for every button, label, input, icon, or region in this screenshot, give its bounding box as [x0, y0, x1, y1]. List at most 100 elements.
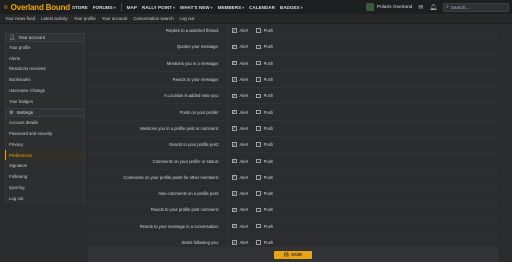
subnav-link[interactable]: Your account [102, 16, 127, 21]
site-logo[interactable]: Overland Bound [4, 3, 70, 12]
sidebar-item-preferences[interactable]: Preferences [5, 149, 85, 161]
checkbox-box[interactable] [256, 223, 261, 229]
checkmark-icon[interactable]: ✓ [232, 94, 237, 99]
alert-checkbox[interactable]: ✓ Alert [232, 191, 248, 196]
sidebar-item-account-details[interactable]: Account details [5, 117, 85, 129]
sidebar-item-your-badges[interactable]: Your badges [5, 95, 85, 107]
push-checkbox[interactable]: Push [256, 110, 273, 115]
checkmark-icon[interactable]: ✓ [232, 110, 237, 115]
sidebar-item-your-profile[interactable]: Your profile [5, 42, 85, 53]
bell-icon[interactable]: 🔔︎ [429, 4, 437, 11]
push-checkbox[interactable]: Push [256, 61, 273, 66]
alert-checkbox[interactable]: ✓ Alert [232, 159, 248, 164]
subnav-link[interactable]: Latest activity [41, 16, 68, 21]
chevron-down-icon[interactable]: ▾ [242, 5, 244, 10]
checkbox-box[interactable] [256, 93, 261, 99]
checkbox-box[interactable] [256, 77, 261, 82]
push-checkbox[interactable]: Push [256, 191, 273, 196]
sidebar-item-following[interactable]: Following [5, 171, 85, 183]
nav-item-map[interactable]: MAP [127, 5, 137, 10]
push-checkbox[interactable]: Push [256, 77, 273, 82]
sidebar-item-alerts[interactable]: Alerts [5, 52, 85, 64]
checkbox-box[interactable] [256, 44, 261, 50]
push-checkbox[interactable]: Push [256, 207, 273, 212]
checkbox-box[interactable] [256, 191, 261, 196]
sidebar-item-reactions-received[interactable]: Reactions received [5, 63, 85, 75]
nav-item-members[interactable]: MEMBERS▾ [218, 5, 245, 10]
checkbox-box[interactable] [256, 240, 261, 245]
nav-item-forums[interactable]: FORUMS▾ [93, 5, 116, 10]
search-input[interactable]: ⌕ Search... [443, 2, 509, 12]
push-checkbox[interactable]: Push [256, 93, 273, 98]
push-checkbox[interactable]: Push [256, 159, 273, 164]
checkmark-icon[interactable]: ✓ [232, 240, 237, 245]
chevron-down-icon[interactable]: ▾ [211, 5, 213, 10]
sidebar-item-label: Privacy [9, 141, 24, 147]
checkmark-icon[interactable]: ✓ [232, 208, 237, 213]
checkmark-icon[interactable]: ✓ [232, 159, 237, 164]
nav-item-store[interactable]: STORE [72, 5, 88, 10]
preference-label: Reacts to your message in a conversation… [139, 223, 219, 229]
alert-checkbox[interactable]: ✓ Alert [232, 93, 248, 98]
alert-checkbox[interactable]: ✓ Alert [232, 175, 248, 180]
subnav-link[interactable]: Conversation search [133, 16, 173, 21]
nav-item-rally-point[interactable]: RALLY POINT▾ [142, 5, 175, 10]
alert-checkbox[interactable]: ✓ Alert [232, 28, 248, 33]
subnav-link[interactable]: Your profile [74, 16, 96, 21]
alert-checkbox[interactable]: ✓ Alert [232, 224, 248, 229]
checkmark-icon[interactable]: ✓ [232, 77, 237, 82]
checkbox-box[interactable] [256, 109, 261, 115]
checkmark-icon[interactable]: ✓ [232, 191, 237, 196]
checkmark-icon[interactable]: ✓ [232, 28, 237, 33]
alert-checkbox[interactable]: ✓ Alert [232, 126, 248, 131]
checkbox-box[interactable] [256, 126, 261, 131]
push-checkbox[interactable]: Push [256, 240, 273, 245]
sidebar-item-signature[interactable]: Signature [5, 160, 85, 172]
checkbox-box[interactable] [256, 28, 261, 33]
scrollbar[interactable] [502, 24, 512, 262]
sidebar-item-password-and-security[interactable]: Password and security [5, 128, 85, 139]
subnav-link[interactable]: Log out [180, 16, 195, 21]
checkmark-icon[interactable]: ✓ [232, 45, 237, 50]
sidebar-item-privacy[interactable]: Privacy [5, 138, 85, 150]
sidebar-item-log-out[interactable]: Log out [5, 192, 85, 204]
checkbox-box[interactable] [256, 60, 261, 66]
push-checkbox[interactable]: Push [256, 175, 273, 180]
checkbox-box[interactable] [256, 207, 261, 213]
sidebar-item-bookmarks[interactable]: Bookmarks [5, 74, 85, 86]
push-checkbox[interactable]: Push [256, 142, 273, 147]
checkbox-box[interactable] [256, 158, 261, 164]
checkmark-icon[interactable]: ✓ [232, 126, 237, 131]
alert-checkbox[interactable]: ✓ Alert [232, 240, 248, 245]
preference-row: Reacts to your profile post comment: ✓ Ale… [88, 202, 498, 219]
save-button[interactable]: 💾︎ SAVE [274, 250, 312, 259]
checkmark-icon[interactable]: ✓ [232, 61, 237, 66]
chevron-down-icon[interactable]: ▾ [173, 5, 175, 10]
sidebar-item-username-change[interactable]: Username Change [5, 85, 85, 96]
chevron-down-icon[interactable]: ▾ [114, 5, 116, 10]
checkbox-box[interactable] [256, 142, 261, 147]
push-label: Push [263, 77, 274, 83]
nav-item-badges[interactable]: BADGES▾ [280, 5, 303, 10]
alert-checkbox[interactable]: ✓ Alert [232, 110, 248, 115]
push-checkbox[interactable]: Push [256, 44, 273, 49]
alert-checkbox[interactable]: ✓ Alert [232, 142, 248, 147]
chevron-down-icon[interactable]: ▾ [301, 5, 303, 10]
alert-checkbox[interactable]: ✓ Alert [232, 61, 248, 66]
inbox-icon[interactable]: ✉ [418, 4, 423, 11]
alert-checkbox[interactable]: ✓ Alert [232, 77, 248, 82]
alert-checkbox[interactable]: ✓ Alert [232, 44, 248, 49]
alert-checkbox[interactable]: ✓ Alert [232, 207, 248, 212]
checkmark-icon[interactable]: ✓ [232, 175, 237, 180]
sidebar-item-ignoring[interactable]: Ignoring [5, 182, 85, 193]
nav-item-calendar[interactable]: CALENDAR [249, 5, 275, 10]
push-checkbox[interactable]: Push [256, 126, 273, 131]
push-checkbox[interactable]: Push [256, 28, 273, 33]
push-checkbox[interactable]: Push [256, 224, 273, 229]
checkmark-icon[interactable]: ✓ [232, 224, 237, 229]
user-menu[interactable]: Polaris Overland [365, 3, 412, 11]
checkbox-box[interactable] [256, 175, 261, 180]
nav-item-what-s-new[interactable]: WHAT'S NEW▾ [180, 5, 213, 10]
subnav-link[interactable]: Your news feed [5, 16, 35, 21]
checkmark-icon[interactable]: ✓ [232, 142, 237, 147]
